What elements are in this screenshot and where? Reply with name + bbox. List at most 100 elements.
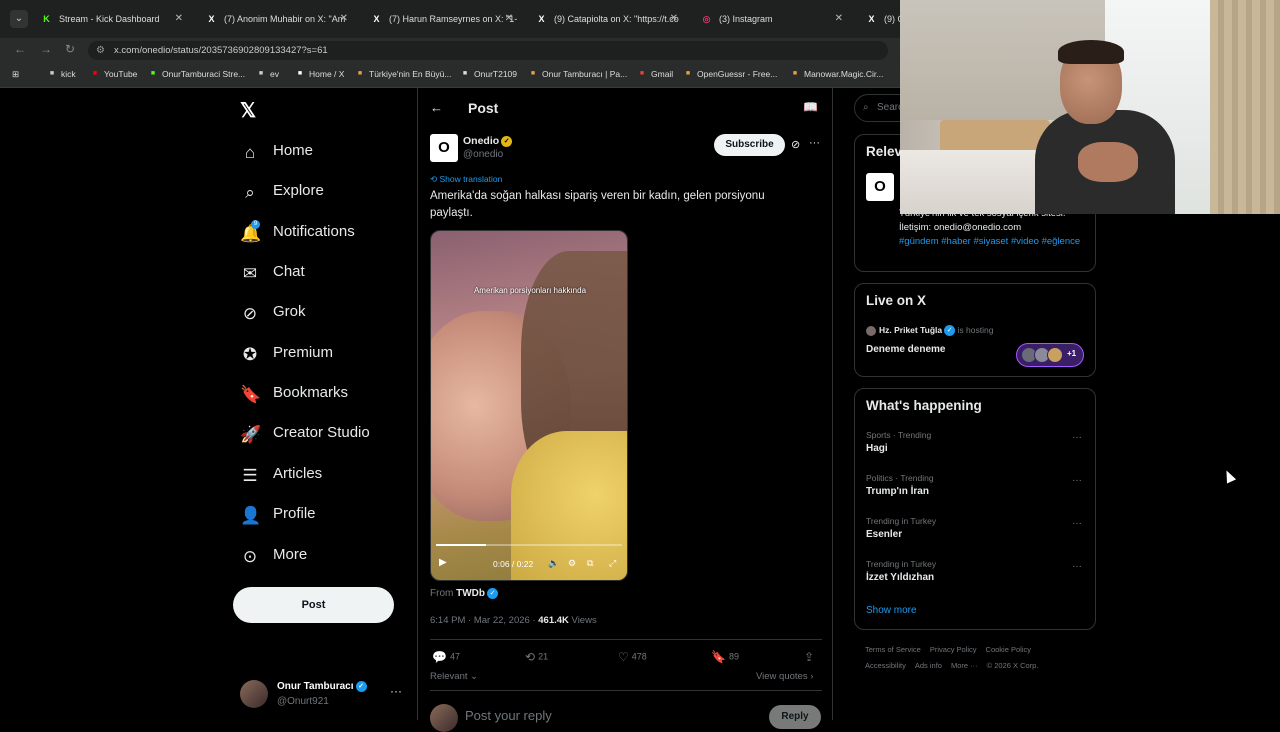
browser-tab[interactable]: X (7) Harun Ramseyrnes on X: "1- ✕ bbox=[363, 6, 521, 32]
site-icon: ■ bbox=[357, 70, 363, 77]
post-timestamp[interactable]: 6:14 PM · Mar 22, 2026 · bbox=[430, 615, 536, 626]
browser-tab[interactable]: X (7) Anonim Muhabir on X: "Am ✕ bbox=[198, 6, 356, 32]
footer-link[interactable]: © 2026 X Corp. bbox=[987, 661, 1039, 670]
compose-post-button[interactable]: Post bbox=[233, 587, 394, 623]
close-icon[interactable]: ✕ bbox=[670, 6, 678, 32]
more-dots-icon[interactable]: ··· bbox=[1072, 475, 1082, 486]
relevant-hashtags[interactable]: #gündem #haber #siyaset #video #eğlence bbox=[899, 235, 1091, 249]
search-icon: ⌕ bbox=[863, 102, 869, 113]
browser-tab[interactable]: X (9) Catapiolta on X: "https://t.co ✕ bbox=[528, 6, 686, 32]
video-progress-bar[interactable] bbox=[436, 544, 622, 546]
share-icon[interactable]: ⇪ bbox=[804, 650, 817, 664]
nav-item-creator-studio[interactable]: 🚀 Creator Studio bbox=[240, 421, 410, 453]
nav-item-profile[interactable]: 👤 Profile bbox=[240, 502, 410, 534]
footer-link[interactable]: More ··· bbox=[951, 661, 978, 670]
trend-item[interactable]: Trending in Turkey Esenler ··· bbox=[866, 516, 1086, 546]
repost-action[interactable]: ⟲ 21 bbox=[525, 650, 548, 664]
x-icon: X bbox=[208, 14, 215, 24]
browser-tab[interactable]: ◎ (3) Instagram ✕ bbox=[693, 6, 851, 32]
tab-search-button[interactable]: ⌄ bbox=[10, 10, 28, 28]
close-icon[interactable]: ✕ bbox=[505, 6, 513, 32]
bookmark-item[interactable]: ■ Home / X bbox=[295, 69, 345, 79]
like-action[interactable]: ♡ 478 bbox=[618, 650, 647, 664]
nav-item-bookmarks[interactable]: 🔖 Bookmarks bbox=[240, 381, 410, 413]
reply-action[interactable]: 💬 47 bbox=[432, 650, 460, 664]
reader-mode-icon[interactable]: 📖 bbox=[803, 100, 818, 114]
video-controls: ▶ 0:06 / 0:22 🔈 ⚙ ⧉ ⤢ bbox=[431, 551, 627, 580]
apps-grid-icon[interactable]: ⊞ bbox=[12, 69, 19, 80]
reply-sort-dropdown[interactable]: Relevant ⌄ bbox=[430, 671, 478, 682]
bookmark-item[interactable]: ■ kick bbox=[47, 69, 76, 79]
bookmark-action[interactable]: 🔖 89 bbox=[711, 650, 739, 664]
more-dots-icon[interactable]: ··· bbox=[1072, 518, 1082, 529]
forward-icon[interactable]: → bbox=[40, 42, 52, 56]
author-avatar[interactable]: O bbox=[430, 134, 458, 162]
live-space-title[interactable]: Deneme deneme bbox=[866, 344, 945, 355]
footer-link[interactable]: Accessibility bbox=[865, 661, 906, 670]
url-field[interactable]: ⚙ x.com/onedio/status/203573690280913342… bbox=[88, 41, 888, 60]
show-translation-link[interactable]: ⟲ Show translation bbox=[430, 174, 502, 185]
reply-button[interactable]: Reply bbox=[769, 705, 821, 729]
show-more-link[interactable]: Show more bbox=[866, 605, 917, 616]
author-handle[interactable]: @onedio bbox=[463, 149, 503, 160]
trend-name: İzzet Yıldızhan bbox=[866, 572, 935, 583]
bookmark-item[interactable]: ■ Manowar.Magic.Cir... bbox=[790, 69, 884, 79]
footer-link[interactable]: Ads info bbox=[915, 661, 942, 670]
more-dots-icon[interactable]: ··· bbox=[1072, 561, 1082, 572]
reply-input[interactable]: Post your reply bbox=[465, 708, 552, 723]
nav-item-grok[interactable]: ⊘ Grok bbox=[240, 300, 410, 332]
nav-item-premium[interactable]: ✪ Premium bbox=[240, 341, 410, 373]
nav-item-home[interactable]: ⌂ Home bbox=[240, 139, 410, 171]
nav-item-notifications[interactable]: 🔔 9 Notifications bbox=[240, 220, 410, 252]
close-icon[interactable]: ✕ bbox=[175, 6, 183, 32]
bookmark-item[interactable]: ■ Gmail bbox=[637, 69, 673, 79]
pip-icon[interactable]: ⧉ bbox=[587, 558, 593, 569]
grok-icon[interactable]: ⊘ bbox=[791, 138, 800, 151]
video-player[interactable]: Amerikan porsiyonları hakkında ▶ 0:06 / … bbox=[430, 230, 628, 581]
close-icon[interactable]: ✕ bbox=[835, 6, 843, 32]
bookmark-item[interactable]: ■ Türkiye'nin En Büyü... bbox=[355, 69, 452, 79]
subscribe-button[interactable]: Subscribe bbox=[714, 134, 785, 156]
bookmark-item[interactable]: ■ Onur Tamburacı | Pa... bbox=[528, 69, 627, 79]
x-logo-icon[interactable]: 𝕏 bbox=[240, 98, 256, 123]
bookmark-item[interactable]: ■ YouTube bbox=[90, 69, 138, 79]
volume-icon[interactable]: 🔈 bbox=[548, 558, 559, 569]
trend-item[interactable]: Politics · Trending Trump'ın İran ··· bbox=[866, 473, 1086, 503]
live-host[interactable]: Hz. Priket Tuğla ✓ is hosting bbox=[866, 325, 993, 337]
close-icon[interactable]: ✕ bbox=[340, 6, 348, 32]
bookmark-item[interactable]: ■ ev bbox=[256, 69, 279, 79]
relevant-avatar[interactable]: O bbox=[866, 173, 894, 201]
nav-item-articles[interactable]: ☰ Articles bbox=[240, 462, 410, 494]
back-arrow-icon[interactable]: ← bbox=[430, 100, 443, 115]
site-info-icon[interactable]: ⚙ bbox=[96, 41, 105, 60]
verified-badge-icon: ✓ bbox=[487, 588, 499, 599]
play-icon[interactable]: ▶ bbox=[439, 557, 447, 568]
more-dots-icon[interactable]: ··· bbox=[1072, 432, 1082, 443]
browser-tab[interactable]: K Stream - Kick Dashboard ✕ bbox=[33, 6, 191, 32]
trend-item[interactable]: Sports · Trending Hagi ··· bbox=[866, 430, 1086, 460]
fullscreen-icon[interactable]: ⤢ bbox=[609, 558, 616, 569]
nav-item-explore[interactable]: ⌕ Explore bbox=[240, 179, 410, 211]
footer-link[interactable]: Terms of Service bbox=[865, 645, 921, 654]
footer-link[interactable]: Privacy Policy bbox=[930, 645, 977, 654]
footer-link[interactable]: Cookie Policy bbox=[986, 645, 1031, 654]
heart-icon: ♡ bbox=[618, 650, 629, 664]
nav-item-chat[interactable]: ✉ Chat bbox=[240, 260, 410, 292]
nav-item-more[interactable]: ⊙ More bbox=[240, 543, 410, 575]
view-quotes-link[interactable]: View quotes › bbox=[756, 671, 813, 682]
bookmark-item[interactable]: ■ OnurTamburaci Stre... bbox=[148, 69, 245, 79]
bookmark-item[interactable]: ■ OnurT2109 bbox=[460, 69, 517, 79]
settings-icon[interactable]: ⚙ bbox=[568, 558, 576, 569]
reload-icon[interactable]: ↻ bbox=[65, 42, 75, 56]
from-source[interactable]: TWDb bbox=[456, 588, 485, 599]
footer-links: Terms of Service Privacy Policy Cookie Pol… bbox=[865, 645, 1040, 654]
post-text: Amerika'da soğan halkası sipariş veren b… bbox=[430, 190, 765, 219]
post-more-icon[interactable]: ··· bbox=[809, 137, 820, 149]
more-dots-icon[interactable]: ··· bbox=[390, 684, 402, 698]
account-switcher[interactable]: Onur Tamburacı ✓ @Onurt921 ··· bbox=[240, 680, 410, 712]
trend-item[interactable]: Trending in Turkey İzzet Yıldızhan ··· bbox=[866, 559, 1086, 589]
author-name[interactable]: Onedio bbox=[463, 135, 499, 147]
back-icon[interactable]: ← bbox=[14, 42, 26, 56]
live-listeners-pill[interactable]: +1 bbox=[1016, 343, 1084, 367]
bookmark-item[interactable]: ■ OpenGuessr - Free... bbox=[683, 69, 777, 79]
